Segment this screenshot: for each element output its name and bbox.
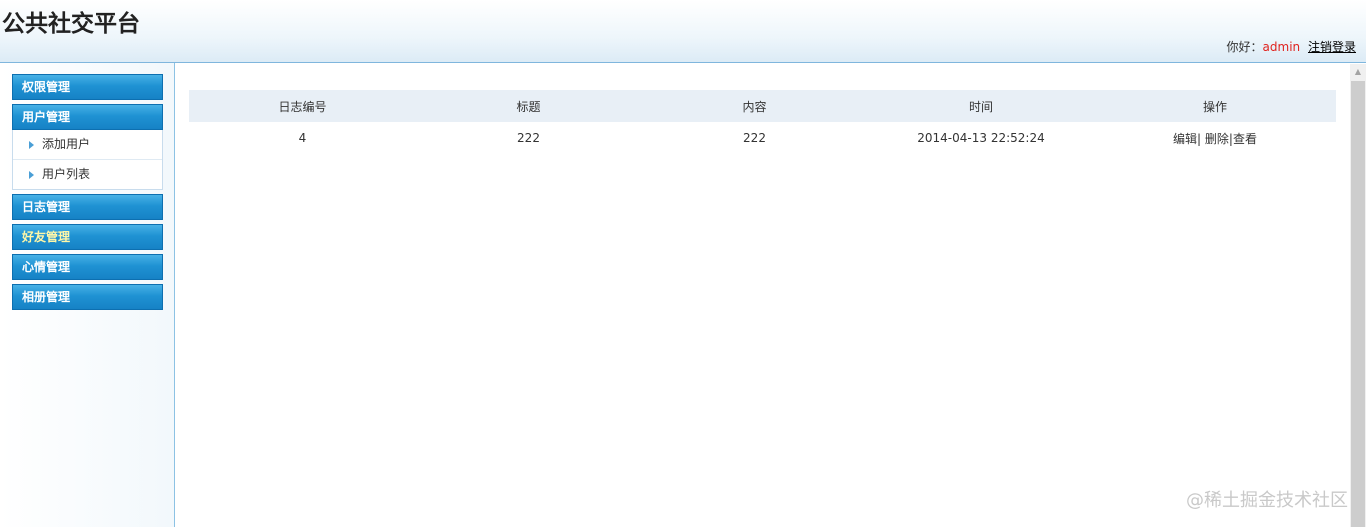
arrow-right-icon — [29, 170, 34, 179]
menu-permission[interactable]: 权限管理 — [12, 74, 163, 100]
menu-logs[interactable]: 日志管理 — [12, 194, 163, 220]
column-header-actions: 操作 — [1094, 90, 1336, 122]
menu-label: 相册管理 — [22, 290, 71, 304]
submenu-label: 添加用户 — [42, 137, 91, 151]
menu-friends[interactable]: 好友管理 — [12, 224, 163, 250]
menu-label: 用户管理 — [22, 110, 71, 124]
username: admin — [1262, 40, 1301, 54]
log-table: 日志编号 标题 内容 时间 操作 4 222 222 2014-04-13 22… — [189, 90, 1336, 154]
menu-label: 好友管理 — [22, 230, 71, 244]
menu-label: 日志管理 — [22, 200, 71, 214]
separator: | — [1197, 131, 1202, 146]
column-header-id: 日志编号 — [189, 90, 416, 122]
main-content: 日志编号 标题 内容 时间 操作 4 222 222 2014-04-13 22… — [176, 63, 1350, 527]
column-header-title: 标题 — [416, 90, 641, 122]
users-submenu: 添加用户 用户列表 — [12, 130, 163, 190]
page-header: 公共社交平台 你好：admin 注销登录 — [0, 0, 1366, 63]
cell-id: 4 — [298, 131, 307, 145]
user-bar: 你好：admin 注销登录 — [1227, 38, 1356, 55]
arrow-right-icon — [29, 140, 34, 149]
edit-link[interactable]: 编辑 — [1173, 132, 1197, 146]
scroll-up-icon[interactable]: ▲ — [1350, 64, 1366, 80]
table-header-row: 日志编号 标题 内容 时间 操作 — [189, 90, 1336, 122]
greeting-label: 你好： — [1226, 40, 1263, 54]
vertical-scrollbar[interactable]: ▲ — [1350, 64, 1366, 527]
menu-users[interactable]: 用户管理 — [12, 104, 163, 130]
watermark: @稀土掘金技术社区 — [1186, 490, 1348, 511]
table-row: 4 222 222 2014-04-13 22:52:24 编辑| 删除|查看 — [189, 122, 1336, 154]
cell-actions: 编辑| 删除|查看 — [1094, 122, 1336, 154]
menu-albums[interactable]: 相册管理 — [12, 284, 163, 310]
cell-content: 222 — [743, 131, 766, 145]
view-link[interactable]: 查看 — [1233, 132, 1257, 146]
menu-label: 权限管理 — [22, 80, 71, 94]
menu-moods[interactable]: 心情管理 — [12, 254, 163, 280]
site-title: 公共社交平台 — [2, 11, 140, 37]
menu-label: 心情管理 — [22, 260, 71, 274]
cell-time: 2014-04-13 22:52:24 — [917, 131, 1045, 145]
submenu-label: 用户列表 — [42, 167, 91, 181]
scrollbar-thumb[interactable] — [1351, 81, 1365, 527]
delete-link[interactable]: 删除 — [1205, 132, 1229, 146]
column-header-content: 内容 — [641, 90, 868, 122]
sidebar-item-user-list[interactable]: 用户列表 — [13, 159, 162, 189]
logout-link[interactable]: 注销登录 — [1308, 40, 1356, 54]
sidebar-item-add-user[interactable]: 添加用户 — [13, 130, 162, 159]
sidebar: 权限管理 用户管理 添加用户 用户列表 日志管理 好友管理 心情管理 相册管理 — [0, 63, 175, 527]
cell-title: 222 — [517, 131, 540, 145]
sidebar-menu: 权限管理 用户管理 添加用户 用户列表 日志管理 好友管理 心情管理 相册管理 — [12, 74, 163, 314]
column-header-time: 时间 — [868, 90, 1094, 122]
